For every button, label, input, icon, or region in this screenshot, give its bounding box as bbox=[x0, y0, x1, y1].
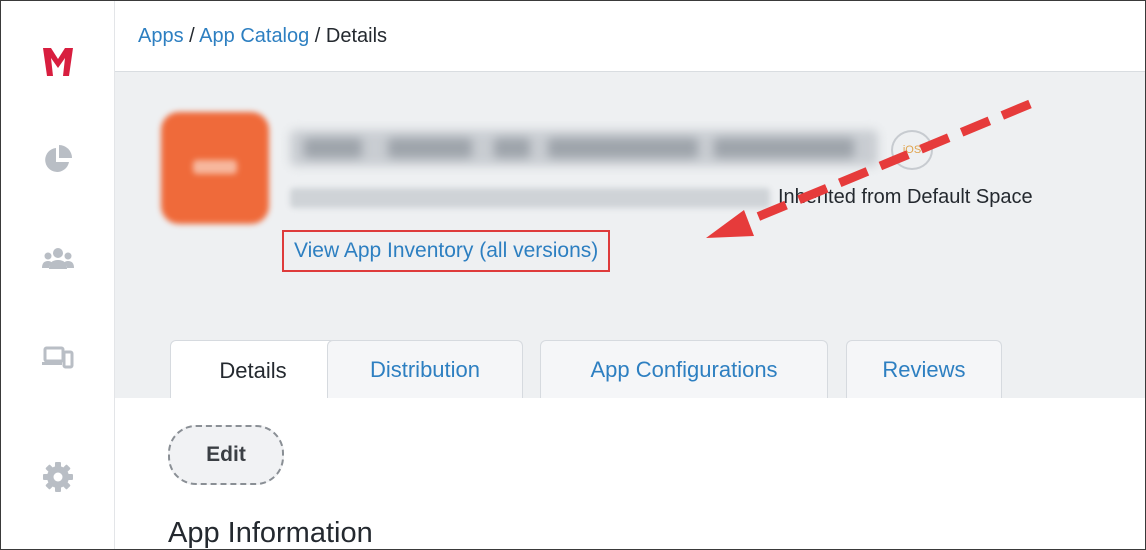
breadcrumb-current: Details bbox=[325, 25, 388, 47]
devices-icon[interactable] bbox=[40, 339, 76, 375]
view-app-inventory-link[interactable]: View App Inventory (all versions) bbox=[282, 230, 611, 272]
details-content: Edit App Information bbox=[115, 398, 1145, 549]
breadcrumb: Apps / App Catalog / Details bbox=[138, 25, 387, 48]
section-title: App Information bbox=[168, 517, 373, 549]
tab-details[interactable]: Details bbox=[170, 340, 336, 400]
brand-logo-icon[interactable] bbox=[40, 43, 76, 79]
users-icon[interactable] bbox=[40, 241, 76, 277]
pie-chart-icon[interactable] bbox=[40, 141, 76, 177]
inherited-label: Inherited from Default Space bbox=[778, 186, 1033, 208]
breadcrumb-apps-link[interactable]: Apps bbox=[138, 25, 184, 47]
app-summary: iOS Inherited from Default Space View Ap… bbox=[115, 72, 1145, 400]
app-icon bbox=[161, 112, 269, 224]
tab-distribution[interactable]: Distribution bbox=[327, 340, 523, 399]
breadcrumb-separator: / bbox=[309, 25, 326, 47]
gear-icon[interactable] bbox=[40, 459, 76, 495]
page-header: Apps / App Catalog / Details bbox=[115, 1, 1145, 72]
sidebar bbox=[1, 1, 115, 549]
app-title-redacted bbox=[290, 130, 878, 166]
app-window: Apps / App Catalog / Details iOS Inherit… bbox=[0, 0, 1146, 550]
tab-app-configurations[interactable]: App Configurations bbox=[540, 340, 828, 399]
breadcrumb-separator: / bbox=[183, 25, 200, 47]
app-identifier-redacted bbox=[290, 188, 770, 208]
tab-reviews[interactable]: Reviews bbox=[846, 340, 1002, 399]
platform-badge: iOS bbox=[891, 130, 933, 170]
edit-button[interactable]: Edit bbox=[168, 425, 284, 485]
breadcrumb-app-catalog-link[interactable]: App Catalog bbox=[199, 25, 309, 47]
